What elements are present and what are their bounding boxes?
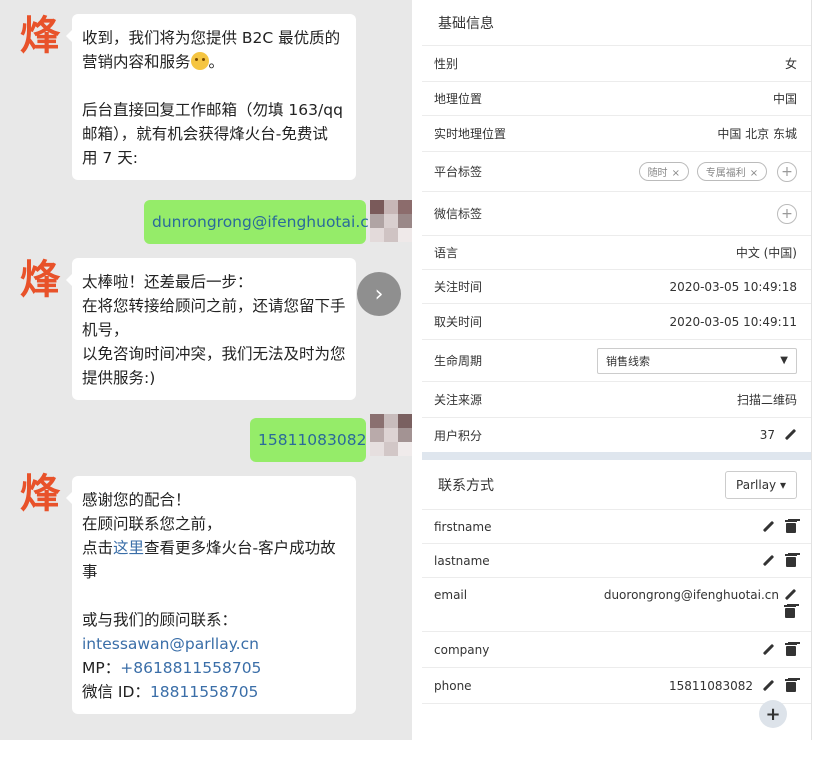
trash-icon[interactable] [784, 605, 796, 618]
contact-row-email: email duorongrong@ifenghuotai.cn [422, 578, 811, 632]
info-row-gender: 性别 女 [422, 46, 811, 82]
chat-message-incoming: 感谢您的配合！ 在顾问联系您之前， 点击这里查看更多烽火台-客户成功故 事 或与… [66, 476, 356, 714]
info-row-unfollow-time: 取关时间 2020-03-05 10:49:11 [422, 304, 811, 340]
section-title: 联系方式 [438, 477, 494, 494]
message-text: 邮箱），就有机会获得烽火台-免费试 [82, 125, 328, 143]
tag-list: 随时 × 专属福利 × + [635, 161, 797, 182]
message-text: 在将您转接给顾问之前，还请您留下手 [82, 297, 346, 315]
here-link[interactable]: 这里 [113, 539, 144, 557]
wechat-id-link[interactable]: 18811558705 [150, 683, 258, 701]
message-text: 以免咨询时间冲突，我们无法及时为您 [82, 345, 346, 363]
info-row-location: 地理位置 中国 [422, 82, 811, 116]
bot-avatar: 烽 [16, 472, 64, 516]
info-row-points: 用户积分 37 [422, 418, 811, 452]
message-text: 营销内容和服务。 [82, 52, 225, 71]
tag-chip[interactable]: 随时 × [638, 161, 689, 181]
trash-icon[interactable] [785, 679, 797, 692]
bot-avatar: 烽 [16, 14, 64, 58]
message-text: 后台直接回复工作邮箱（勿填 163/qq [82, 101, 343, 119]
avatar-logo: 烽 [20, 13, 60, 59]
remove-tag-icon[interactable]: × [672, 168, 680, 179]
trash-icon[interactable] [785, 554, 797, 567]
section-divider [422, 452, 811, 460]
contact-source-dropdown[interactable]: Parllay ▾ [725, 470, 797, 499]
message-text: 在顾问联系您之前， [82, 515, 222, 533]
next-arrow-button[interactable]: › [357, 272, 401, 316]
remove-tag-icon[interactable]: × [750, 168, 758, 179]
message-text: 机号， [82, 321, 129, 339]
consultant-email-link[interactable]: intessawan@parllay.cn [82, 635, 259, 653]
message-text: 点击这里查看更多烽火台-客户成功故 [82, 539, 336, 557]
chat-message-incoming: 收到，我们将为您提供 B2C 最优质的 营销内容和服务。 后台直接回复工作邮箱（… [66, 14, 356, 180]
user-info-panel: 基础信息 性别 女 地理位置 中国 实时地理位置 中国 北京 东城 平台标签 随… [422, 0, 812, 740]
mp-phone-link[interactable]: +8618811558705 [120, 659, 261, 677]
trash-icon[interactable] [785, 643, 797, 656]
chat-message-outgoing: 15811083082 [250, 418, 366, 462]
edit-points-icon[interactable] [783, 428, 797, 442]
mp-line: MP：+8618811558705 [82, 659, 262, 677]
message-text: 太棒啦！还差最后一步： [82, 273, 253, 291]
contact-row-firstname: firstname [422, 510, 811, 544]
user-avatar [370, 414, 412, 456]
section-title: 基础信息 [438, 15, 494, 32]
edit-icon[interactable] [783, 588, 797, 602]
add-tag-button[interactable]: + [777, 161, 797, 182]
chat-panel: 烽 收到，我们将为您提供 B2C 最优质的 营销内容和服务。 后台直接回复工作邮… [0, 0, 412, 740]
info-row-follow-time: 关注时间 2020-03-05 10:49:18 [422, 270, 811, 304]
message-text: 提供服务:) [82, 369, 156, 387]
smiley-emoji-icon [190, 52, 209, 70]
info-row-language: 语言 中文 (中国) [422, 236, 811, 270]
chat-message-outgoing: dunrongrong@ifenghuotai.cn [144, 200, 379, 244]
edit-icon[interactable] [761, 520, 775, 534]
info-row-realtime-location: 实时地理位置 中国 北京 东城 [422, 116, 811, 152]
add-wechat-tag-button[interactable]: + [777, 203, 797, 224]
contact-row-lastname: lastname [422, 544, 811, 578]
message-text: 收到，我们将为您提供 B2C 最优质的 [82, 29, 341, 47]
message-text: 用 7 天: [82, 149, 138, 167]
info-row-platform-tags: 平台标签 随时 × 专属福利 × + [422, 152, 811, 192]
bot-avatar: 烽 [16, 258, 64, 302]
edit-icon[interactable] [761, 643, 775, 657]
contact-row-phone: phone 15811083082 [422, 668, 811, 704]
avatar-logo: 烽 [20, 471, 60, 517]
reply-phone: 15811083082 [258, 431, 367, 449]
caret-down-icon: ▼ [780, 355, 788, 366]
chat-message-incoming: 太棒啦！还差最后一步： 在将您转接给顾问之前，还请您留下手 机号， 以免咨询时间… [66, 258, 356, 400]
chevron-right-icon: › [374, 281, 384, 307]
tag-chip[interactable]: 专属福利 × [696, 161, 768, 181]
message-text: 或与我们的顾问联系： [82, 611, 238, 629]
trash-icon[interactable] [785, 520, 797, 533]
message-text: 感谢您的配合！ [82, 491, 191, 509]
info-row-wechat-tags: 微信标签 + [422, 192, 811, 236]
basic-info-header: 基础信息 [422, 0, 811, 46]
contact-row-company: company [422, 632, 811, 668]
contact-header: 联系方式 Parllay ▾ [422, 460, 811, 510]
info-row-source: 关注来源 扫描二维码 [422, 382, 811, 418]
add-contact-field-button[interactable]: + [759, 700, 787, 728]
lifecycle-select[interactable]: 销售线索 ▼ [597, 347, 797, 374]
edit-icon[interactable] [761, 554, 775, 568]
reply-email: dunrongrong@ifenghuotai.cn [152, 213, 379, 231]
message-text: 事 [82, 563, 98, 581]
wechat-line: 微信 ID：18811558705 [82, 683, 259, 701]
avatar-logo: 烽 [20, 257, 60, 303]
edit-icon[interactable] [761, 679, 775, 693]
info-row-lifecycle: 生命周期 销售线索 ▼ [422, 340, 811, 382]
user-avatar [370, 200, 412, 242]
